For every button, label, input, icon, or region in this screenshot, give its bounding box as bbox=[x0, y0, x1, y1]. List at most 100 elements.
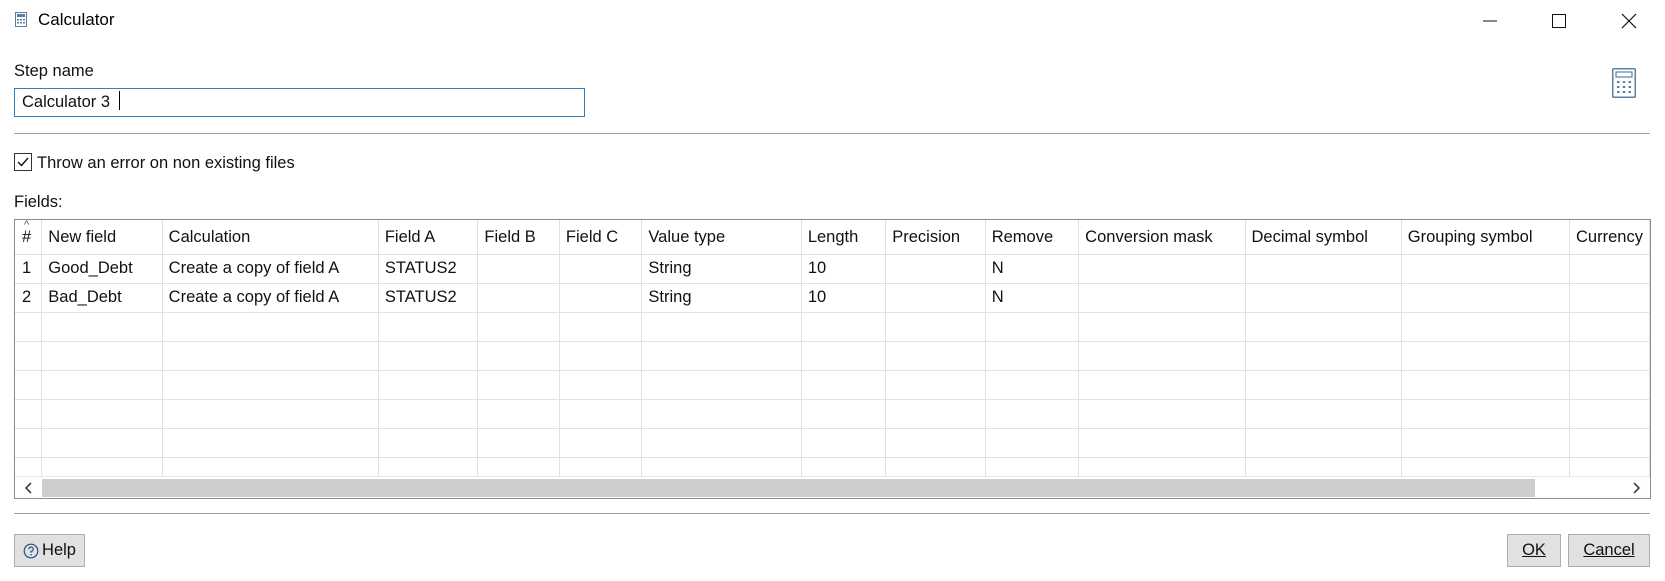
empty-cell[interactable] bbox=[1245, 428, 1402, 458]
empty-cell[interactable] bbox=[378, 370, 479, 400]
empty-cell[interactable] bbox=[1078, 370, 1246, 400]
empty-cell[interactable] bbox=[559, 341, 643, 371]
empty-cell[interactable] bbox=[1569, 312, 1650, 342]
empty-cell[interactable] bbox=[41, 428, 163, 458]
empty-table-row[interactable] bbox=[15, 370, 1650, 400]
empty-cell[interactable] bbox=[559, 312, 643, 342]
cell-field-a[interactable]: STATUS2 bbox=[378, 254, 479, 284]
empty-cell[interactable] bbox=[1245, 399, 1402, 429]
empty-cell[interactable] bbox=[1401, 312, 1571, 342]
empty-cell[interactable] bbox=[41, 370, 163, 400]
empty-cell[interactable] bbox=[1569, 428, 1650, 458]
cell-field-c[interactable] bbox=[559, 254, 643, 284]
empty-cell[interactable] bbox=[985, 312, 1080, 342]
help-button[interactable]: Help bbox=[14, 534, 85, 567]
empty-cell[interactable] bbox=[162, 312, 379, 342]
empty-cell[interactable] bbox=[41, 312, 163, 342]
column-header-length[interactable]: Length bbox=[801, 220, 887, 255]
cell-new-field[interactable]: Bad_Debt bbox=[41, 283, 163, 313]
empty-cell[interactable] bbox=[378, 312, 479, 342]
empty-cell[interactable] bbox=[885, 428, 986, 458]
empty-cell[interactable] bbox=[1245, 312, 1402, 342]
empty-cell[interactable] bbox=[15, 341, 43, 371]
empty-cell[interactable] bbox=[15, 428, 43, 458]
column-header-remove[interactable]: Remove bbox=[985, 220, 1080, 255]
empty-cell[interactable] bbox=[41, 399, 163, 429]
cell-field-a[interactable]: STATUS2 bbox=[378, 283, 479, 313]
empty-cell[interactable] bbox=[801, 399, 887, 429]
ok-button[interactable]: OK bbox=[1507, 534, 1561, 567]
empty-cell[interactable] bbox=[162, 370, 379, 400]
empty-cell[interactable] bbox=[1078, 312, 1246, 342]
empty-cell[interactable] bbox=[885, 399, 986, 429]
column-header-number[interactable]: ^ # bbox=[15, 220, 43, 255]
empty-cell[interactable] bbox=[1569, 341, 1650, 371]
empty-cell[interactable] bbox=[1401, 370, 1571, 400]
table-row[interactable]: 1 Good_Debt Create a copy of field A STATUS… bbox=[15, 254, 1650, 284]
empty-cell[interactable] bbox=[477, 428, 560, 458]
column-header-conversion-mask[interactable]: Conversion mask bbox=[1078, 220, 1246, 255]
scroll-thumb[interactable] bbox=[42, 479, 1535, 497]
empty-cell[interactable] bbox=[885, 341, 986, 371]
empty-cell[interactable] bbox=[1078, 341, 1246, 371]
scroll-left-button[interactable] bbox=[18, 477, 40, 498]
empty-cell[interactable] bbox=[477, 370, 560, 400]
column-header-decimal-symbol[interactable]: Decimal symbol bbox=[1245, 220, 1402, 255]
cell-calculation[interactable]: Create a copy of field A bbox=[162, 254, 379, 284]
cell-remove[interactable]: N bbox=[985, 254, 1080, 284]
empty-cell[interactable] bbox=[41, 341, 163, 371]
empty-cell[interactable] bbox=[801, 370, 887, 400]
close-button[interactable] bbox=[1599, 0, 1659, 42]
empty-cell[interactable] bbox=[641, 370, 802, 400]
empty-cell[interactable] bbox=[559, 370, 643, 400]
empty-cell[interactable] bbox=[162, 399, 379, 429]
empty-cell[interactable] bbox=[15, 370, 43, 400]
empty-cell[interactable] bbox=[1245, 341, 1402, 371]
empty-cell[interactable] bbox=[641, 341, 802, 371]
step-name-input[interactable]: Calculator 3 bbox=[14, 88, 585, 117]
empty-cell[interactable] bbox=[985, 428, 1080, 458]
column-header-field-a[interactable]: Field A bbox=[378, 220, 479, 255]
empty-cell[interactable] bbox=[477, 341, 560, 371]
empty-cell[interactable] bbox=[477, 399, 560, 429]
empty-cell[interactable] bbox=[985, 341, 1080, 371]
empty-cell[interactable] bbox=[885, 370, 986, 400]
empty-cell[interactable] bbox=[801, 341, 887, 371]
empty-cell[interactable] bbox=[885, 312, 986, 342]
empty-cell[interactable] bbox=[15, 312, 43, 342]
cell-conversion-mask[interactable] bbox=[1078, 283, 1246, 313]
empty-table-row[interactable] bbox=[15, 428, 1650, 458]
empty-cell[interactable] bbox=[162, 428, 379, 458]
cell-field-c[interactable] bbox=[559, 283, 643, 313]
empty-table-row[interactable] bbox=[15, 312, 1650, 342]
empty-cell[interactable] bbox=[1078, 428, 1246, 458]
throw-error-checkbox[interactable] bbox=[14, 153, 32, 171]
scroll-right-button[interactable] bbox=[1625, 477, 1647, 498]
cell-length[interactable]: 10 bbox=[801, 254, 887, 284]
empty-cell[interactable] bbox=[378, 428, 479, 458]
column-header-calculation[interactable]: Calculation bbox=[162, 220, 379, 255]
cell-calculation[interactable]: Create a copy of field A bbox=[162, 283, 379, 313]
empty-cell[interactable] bbox=[1401, 399, 1571, 429]
cell-grouping-symbol[interactable] bbox=[1401, 254, 1571, 284]
cell-decimal-symbol[interactable] bbox=[1245, 254, 1402, 284]
cell-decimal-symbol[interactable] bbox=[1245, 283, 1402, 313]
column-header-currency[interactable]: Currency bbox=[1569, 220, 1650, 255]
empty-table-row[interactable] bbox=[15, 399, 1650, 429]
cell-value-type[interactable]: String bbox=[641, 283, 802, 313]
empty-cell[interactable] bbox=[641, 399, 802, 429]
cell-grouping-symbol[interactable] bbox=[1401, 283, 1571, 313]
column-header-value-type[interactable]: Value type bbox=[641, 220, 802, 255]
empty-cell[interactable] bbox=[1401, 428, 1571, 458]
empty-cell[interactable] bbox=[378, 399, 479, 429]
empty-cell[interactable] bbox=[641, 428, 802, 458]
empty-cell[interactable] bbox=[559, 428, 643, 458]
table-row[interactable]: 2 Bad_Debt Create a copy of field A STATUS2… bbox=[15, 283, 1650, 313]
empty-cell[interactable] bbox=[559, 399, 643, 429]
column-header-field-b[interactable]: Field B bbox=[477, 220, 560, 255]
column-header-grouping-symbol[interactable]: Grouping symbol bbox=[1401, 220, 1571, 255]
cell-new-field[interactable]: Good_Debt bbox=[41, 254, 163, 284]
empty-cell[interactable] bbox=[641, 312, 802, 342]
cell-remove[interactable]: N bbox=[985, 283, 1080, 313]
cell-precision[interactable] bbox=[885, 283, 986, 313]
